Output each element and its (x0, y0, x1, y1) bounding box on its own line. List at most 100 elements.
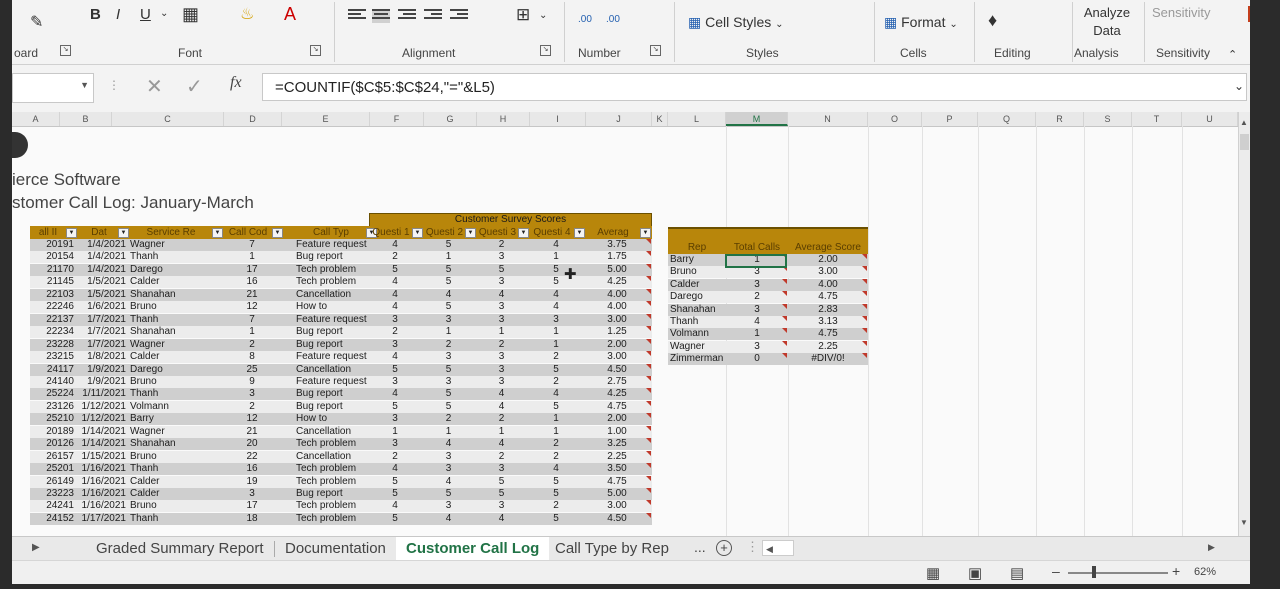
table-cell[interactable]: 4 (477, 401, 526, 413)
table-cell[interactable]: 3 (224, 488, 280, 500)
column-header-i[interactable]: I (530, 112, 586, 126)
table-cell[interactable]: Bug report (296, 388, 374, 400)
table-cell[interactable]: 1/12/2021 (80, 413, 127, 425)
table-cell[interactable]: Calder (130, 276, 220, 288)
table-cell[interactable]: 19 (224, 476, 280, 488)
table-cell[interactable]: 1/5/2021 (80, 276, 126, 288)
table-cell[interactable]: 2 (530, 376, 582, 388)
table-cell[interactable]: Wagner (130, 339, 220, 351)
table-cell[interactable]: 1/9/2021 (80, 364, 126, 376)
table-cell[interactable]: 1/9/2021 (80, 376, 126, 388)
column-header-c[interactable]: C (112, 112, 224, 126)
table-cell[interactable]: Bug report (296, 339, 374, 351)
table-cell[interactable]: 3 (424, 463, 473, 475)
table-cell[interactable]: 1/11/2021 (80, 388, 126, 400)
table-cell[interactable]: Barry (130, 413, 220, 425)
name-box[interactable]: ▼ (12, 73, 94, 103)
table-cell[interactable]: 5 (370, 364, 420, 376)
table-cell[interactable]: 4 (424, 438, 473, 450)
analyze-data-button[interactable]: Analyze Data (1072, 4, 1142, 40)
table-cell[interactable]: Shanahan (130, 326, 220, 338)
table-cell[interactable]: 4 (530, 388, 582, 400)
column-header-n[interactable]: N (788, 112, 868, 126)
column-header-u[interactable]: U (1182, 112, 1238, 126)
table-cell[interactable]: 23228 (30, 339, 74, 351)
table-cell[interactable]: 1.00 (586, 426, 648, 438)
column-header-b[interactable]: B (60, 112, 112, 126)
table-cell[interactable]: Shanahan (130, 289, 220, 301)
summary-cell[interactable]: Thanh (670, 316, 724, 328)
table-cell[interactable]: 4 (424, 513, 473, 525)
table-cell[interactable]: 20189 (30, 426, 74, 438)
table-cell[interactable]: 1 (530, 426, 582, 438)
filter-dropdown-icon[interactable]: ▼ (66, 228, 77, 238)
zoom-slider-track[interactable] (1068, 572, 1168, 574)
table-cell[interactable]: 1 (424, 326, 473, 338)
table-cell[interactable]: 21 (224, 289, 280, 301)
table-cell[interactable]: 1/7/2021 (80, 314, 126, 326)
zoom-out-icon[interactable]: – (1052, 563, 1060, 579)
table-cell[interactable]: 22 (224, 451, 280, 463)
enter-check-icon[interactable]: ✓ (186, 74, 203, 99)
table-cell[interactable]: 4.75 (586, 476, 648, 488)
table-cell[interactable]: 1/7/2021 (80, 326, 126, 338)
table-cell[interactable]: 5.00 (586, 264, 648, 276)
table-cell[interactable]: Thanh (130, 314, 220, 326)
table-cell[interactable]: 5.00 (586, 488, 648, 500)
summary-cell[interactable]: 1 (728, 328, 786, 340)
table-cell[interactable]: 4 (424, 476, 473, 488)
table-cell[interactable]: 2 (477, 239, 526, 251)
table-cell[interactable]: 4.25 (586, 276, 648, 288)
column-header-k[interactable]: K (652, 112, 668, 126)
table-cell[interactable]: 1/16/2021 (80, 463, 127, 475)
table-cell[interactable]: 3 (424, 314, 473, 326)
summary-cell[interactable]: Volmann (670, 328, 724, 340)
table-cell[interactable]: 21 (224, 426, 280, 438)
bold-button[interactable]: B (90, 6, 101, 23)
summary-cell[interactable]: Barry (670, 254, 724, 266)
sensitivity-button[interactable]: Sensitivity (1152, 5, 1211, 20)
table-cell[interactable]: 22103 (30, 289, 74, 301)
table-cell[interactable]: 22234 (30, 326, 74, 338)
table-cell[interactable]: 20126 (30, 438, 74, 450)
table-cell[interactable]: How to (296, 301, 374, 313)
table-cell[interactable]: 2 (530, 351, 582, 363)
tab-call-type-by-rep[interactable]: Call Type by Rep (545, 537, 679, 561)
column-header-e[interactable]: E (282, 112, 370, 126)
table-cell[interactable]: 1 (424, 251, 473, 263)
page-layout-view-icon[interactable]: ▣ (968, 564, 982, 582)
table-cell[interactable]: 1 (530, 251, 582, 263)
table-cell[interactable]: 3 (424, 500, 473, 512)
account-badge[interactable] (1248, 6, 1250, 22)
borders-icon[interactable]: ▦ (182, 4, 199, 25)
table-cell[interactable]: 1 (530, 326, 582, 338)
summary-cell[interactable]: 3 (728, 279, 786, 291)
table-cell[interactable]: 3 (477, 314, 526, 326)
table-cell[interactable]: 2 (370, 326, 420, 338)
table-cell[interactable]: 2 (477, 451, 526, 463)
table-cell[interactable]: Tech problem (296, 513, 374, 525)
expand-formula-chevron-down-icon[interactable]: ⌄ (1234, 79, 1244, 93)
table-cell[interactable]: 5 (424, 301, 473, 313)
table-cell[interactable]: 4 (530, 463, 582, 475)
table-cell[interactable]: 2 (477, 339, 526, 351)
underline-chevron-down-icon[interactable]: ⌄ (160, 8, 168, 19)
zoom-in-icon[interactable]: + (1172, 563, 1180, 579)
add-sheet-plus-icon[interactable]: + (716, 540, 732, 556)
tab-documentation[interactable]: Documentation (275, 537, 396, 561)
table-cell[interactable]: 5 (477, 264, 526, 276)
summary-cell[interactable]: 4 (728, 316, 786, 328)
table-cell[interactable]: 4 (477, 388, 526, 400)
table-cell[interactable]: 1/16/2021 (80, 488, 127, 500)
table-cell[interactable]: 4 (370, 276, 420, 288)
align-right-icon[interactable] (398, 9, 416, 23)
table-cell[interactable]: 1 (370, 426, 420, 438)
table-cell[interactable]: 20 (224, 438, 280, 450)
table-cell[interactable]: Thanh (130, 251, 220, 263)
formula-input[interactable]: =COUNTIF($C$5:$C$24,"="&L5) (262, 73, 1247, 101)
table-cell[interactable]: 25201 (30, 463, 74, 475)
align-center-icon[interactable] (372, 9, 390, 23)
table-cell[interactable]: Calder (130, 476, 220, 488)
filter-dropdown-icon[interactable]: ▼ (412, 228, 423, 238)
table-cell[interactable]: 25224 (30, 388, 74, 400)
